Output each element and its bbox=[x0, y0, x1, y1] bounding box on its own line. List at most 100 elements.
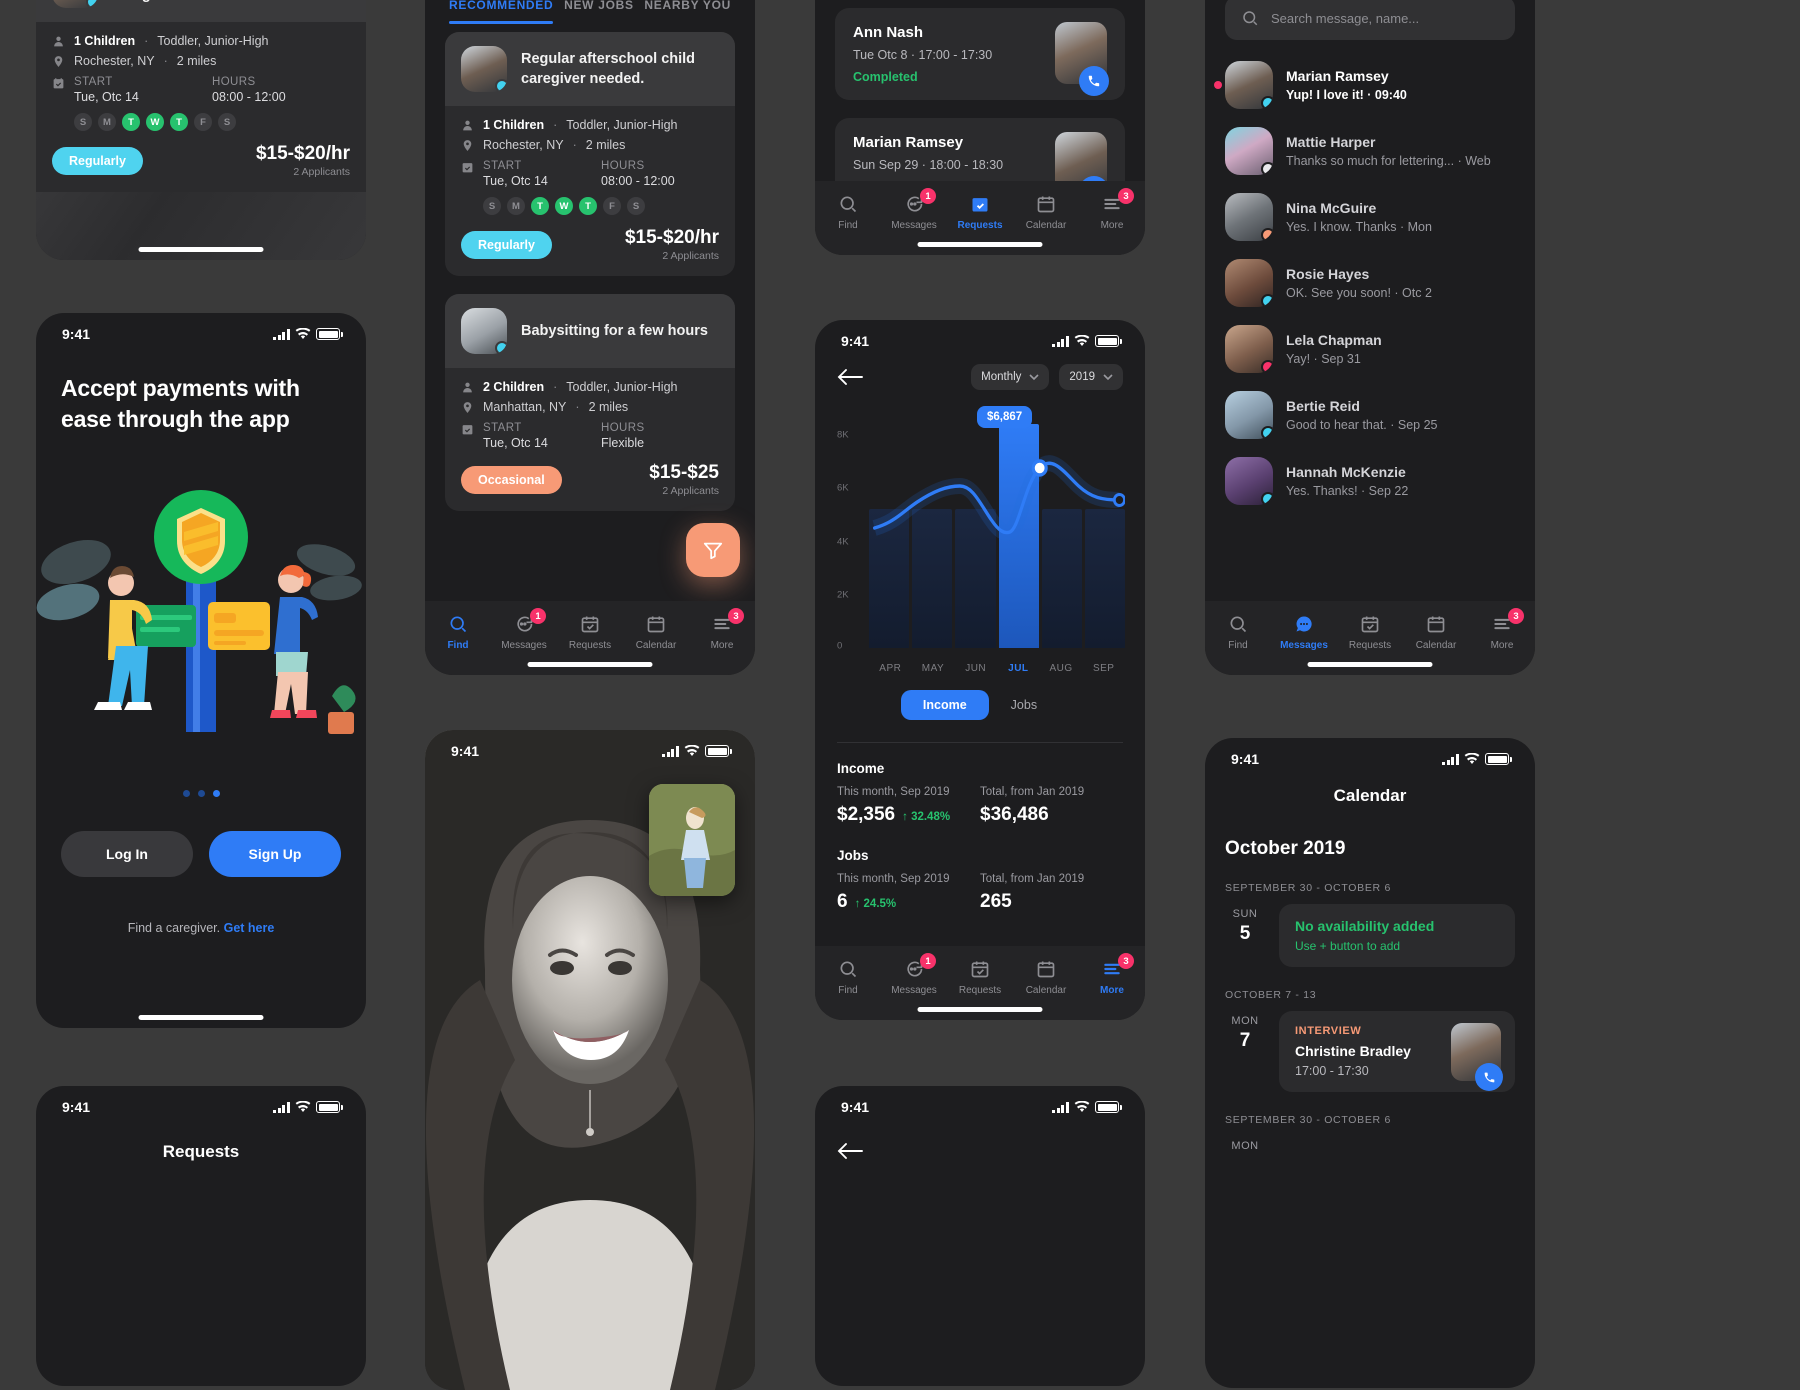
dot-3[interactable] bbox=[212, 789, 220, 797]
weekday-selector[interactable]: S M T W T F S bbox=[74, 113, 350, 131]
toggle-income[interactable]: Income bbox=[900, 690, 989, 720]
tab-find[interactable]: Find bbox=[815, 193, 881, 231]
screen-find: Find RECOMMENDED NEW JOBS NEARBY YOU Reg… bbox=[425, 0, 755, 675]
filter-fab-button[interactable] bbox=[686, 523, 740, 577]
list-item[interactable]: Rosie Hayes OK. See you soon! · Otc 2 bbox=[1205, 250, 1535, 316]
tab-calendar[interactable]: Calendar bbox=[1403, 613, 1469, 651]
y-tick: 2K bbox=[837, 589, 849, 601]
y-tick: 6K bbox=[837, 482, 849, 494]
get-here-link[interactable]: Get here bbox=[224, 921, 275, 935]
toggle-jobs[interactable]: Jobs bbox=[989, 690, 1059, 720]
day-t1[interactable]: T bbox=[531, 197, 549, 215]
interview-card[interactable]: INTERVIEW Christine Bradley 17:00 - 17:3… bbox=[1279, 1011, 1515, 1092]
page-dots[interactable] bbox=[36, 789, 366, 797]
jobs-this-month: This month, Sep 2019 6 ↑ 24.5% bbox=[837, 873, 980, 913]
day-w[interactable]: W bbox=[146, 113, 164, 131]
day-s2[interactable]: S bbox=[218, 113, 236, 131]
back-arrow-icon[interactable] bbox=[837, 1142, 863, 1160]
location-row: Rochester, NY · 2 miles bbox=[461, 138, 719, 152]
chat-icon bbox=[881, 958, 947, 980]
tab-messages[interactable]: 1 Messages bbox=[881, 188, 947, 231]
tab-new-jobs[interactable]: NEW JOBS bbox=[564, 0, 634, 24]
day-t2[interactable]: T bbox=[170, 113, 188, 131]
frequency-chip[interactable]: Regularly bbox=[461, 230, 552, 259]
picture-in-picture-video[interactable] bbox=[649, 784, 735, 896]
tab-calendar[interactable]: Calendar bbox=[1013, 193, 1079, 231]
job-card[interactable]: Babysitting for a few hours 2 Children · T… bbox=[445, 294, 735, 511]
day-s[interactable]: S bbox=[74, 113, 92, 131]
price-block: $15-$20/hr 2 Applicants bbox=[625, 227, 719, 262]
call-button[interactable] bbox=[1079, 66, 1109, 96]
year-select[interactable]: 2019 bbox=[1059, 364, 1123, 390]
frequency-chip[interactable]: Regularly bbox=[52, 146, 143, 175]
day-s[interactable]: S bbox=[483, 197, 501, 215]
list-item[interactable]: Mattie Harper Thanks so much for letterin… bbox=[1205, 118, 1535, 184]
list-item[interactable]: Marian Ramsey Yup! I love it! · 09:40 bbox=[1205, 52, 1535, 118]
tab-calendar[interactable]: Calendar bbox=[623, 613, 689, 651]
chart-toggle[interactable]: Income Jobs bbox=[815, 690, 1145, 720]
dot-1[interactable] bbox=[182, 789, 190, 797]
job-card[interactable]: Regular afterschool child caregiver need… bbox=[36, 0, 366, 192]
day-f[interactable]: F bbox=[194, 113, 212, 131]
phone-icon bbox=[1088, 75, 1100, 87]
price-block: $15-$20/hr 2 Applicants bbox=[256, 143, 350, 178]
tab-more[interactable]: 3 More bbox=[1469, 608, 1535, 651]
tab-messages[interactable]: 1 Messages bbox=[881, 953, 947, 996]
list-item[interactable]: Nina McGuire Yes. I know. Thanks · Mon bbox=[1205, 184, 1535, 250]
tab-messages[interactable]: 1 Messages bbox=[491, 608, 557, 651]
start-value: Tue, Otc 14 bbox=[483, 174, 548, 188]
signup-button[interactable]: Sign Up bbox=[209, 830, 341, 877]
job-card[interactable]: Regular afterschool child caregiver need… bbox=[445, 32, 735, 276]
availability-card[interactable]: No availability added Use + button to ad… bbox=[1279, 904, 1515, 967]
jobs-total: Total, from Jan 2019 265 bbox=[980, 873, 1123, 913]
frequency-chip[interactable]: Occasional bbox=[461, 465, 562, 494]
day-name: MON bbox=[1231, 1015, 1259, 1027]
cellular-icon bbox=[273, 328, 290, 340]
day-t1[interactable]: T bbox=[122, 113, 140, 131]
battery-icon bbox=[1485, 753, 1512, 765]
tab-more[interactable]: 3 More bbox=[689, 608, 755, 651]
tab-requests[interactable]: Requests bbox=[557, 613, 623, 651]
day-m[interactable]: M bbox=[507, 197, 525, 215]
tab-more[interactable]: 3 More bbox=[1079, 188, 1145, 231]
day-f[interactable]: F bbox=[603, 197, 621, 215]
day-m[interactable]: M bbox=[98, 113, 116, 131]
request-card[interactable]: Ann Nash Tue Otc 8 · 17:00 - 17:30 Compl… bbox=[835, 8, 1125, 100]
jobs-header: Jobs bbox=[837, 848, 869, 863]
badge: 3 bbox=[1118, 953, 1134, 969]
chat-icon bbox=[491, 613, 557, 635]
day-s2[interactable]: S bbox=[627, 197, 645, 215]
tab-nearby-you[interactable]: NEARBY YOU bbox=[644, 0, 731, 24]
tab-more[interactable]: 3 More bbox=[1079, 953, 1145, 996]
tab-label: Calendar bbox=[1415, 640, 1457, 651]
dot-2[interactable] bbox=[197, 789, 205, 797]
tab-label: Calendar bbox=[635, 640, 677, 651]
day-t2[interactable]: T bbox=[579, 197, 597, 215]
tab-find[interactable]: Find bbox=[1205, 613, 1271, 651]
tab-messages[interactable]: Messages bbox=[1271, 613, 1337, 651]
weekday-selector[interactable]: S M T W T F S bbox=[483, 197, 719, 215]
tab-recommended[interactable]: RECOMMENDED bbox=[449, 0, 554, 24]
tab-calendar[interactable]: Calendar bbox=[1013, 958, 1079, 996]
tab-find[interactable]: Find bbox=[425, 613, 491, 651]
list-item[interactable]: Lela Chapman Yay! · Sep 31 bbox=[1205, 316, 1535, 382]
call-button[interactable] bbox=[1475, 1063, 1503, 1091]
list-item[interactable]: Bertie Reid Good to hear that. · Sep 25 bbox=[1205, 382, 1535, 448]
day-w[interactable]: W bbox=[555, 197, 573, 215]
search-input[interactable]: Search message, name... bbox=[1225, 0, 1515, 40]
tab-requests[interactable]: Requests bbox=[947, 958, 1013, 996]
hours-value: 08:00 - 12:00 bbox=[212, 90, 286, 104]
location-distance: 2 miles bbox=[588, 400, 629, 414]
login-button[interactable]: Log In bbox=[61, 830, 193, 877]
tab-find[interactable]: Find bbox=[815, 958, 881, 996]
presence-dot bbox=[1261, 426, 1273, 439]
map-pin-icon bbox=[54, 55, 63, 67]
tab-requests[interactable]: Requests bbox=[947, 193, 1013, 231]
presence-dot bbox=[1261, 360, 1273, 373]
period-select[interactable]: Monthly bbox=[971, 364, 1050, 390]
screen-messages: Messages Search message, name... Marian … bbox=[1205, 0, 1535, 675]
tab-requests[interactable]: Requests bbox=[1337, 613, 1403, 651]
find-tabs[interactable]: RECOMMENDED NEW JOBS NEARBY YOU bbox=[425, 0, 755, 24]
back-arrow-icon[interactable] bbox=[837, 368, 863, 386]
list-item[interactable]: Hannah McKenzie Yes. Thanks! · Sep 22 bbox=[1205, 448, 1535, 514]
